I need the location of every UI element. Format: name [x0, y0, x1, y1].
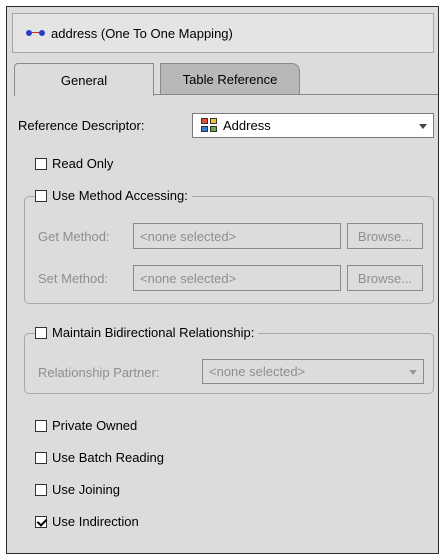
chevron-down-icon	[419, 123, 427, 129]
reference-descriptor-combo[interactable]: Address	[192, 113, 434, 138]
set-method-label: Set Method:	[38, 271, 109, 286]
read-only-label: Read Only	[52, 156, 114, 171]
tab-table-reference[interactable]: Table Reference	[160, 63, 300, 95]
browse-label: Browse...	[357, 270, 413, 286]
checkbox-box	[35, 419, 47, 432]
maintain-bidirectional-checkbox[interactable]: Maintain Bidirectional Relationship:	[35, 325, 259, 340]
checkbox-box	[35, 157, 47, 170]
checkbox-box	[35, 326, 47, 339]
use-joining-checkbox[interactable]: Use Joining	[35, 482, 120, 497]
reference-descriptor-value: Address	[223, 118, 271, 133]
batch-reading-checkbox[interactable]: Use Batch Reading	[35, 450, 164, 465]
get-method-label: Get Method:	[38, 229, 110, 244]
read-only-checkbox[interactable]: Read Only	[35, 156, 113, 171]
set-method-value: <none selected>	[140, 270, 237, 286]
descriptor-icon	[201, 117, 219, 134]
use-indirection-checkbox[interactable]: Use Indirection	[35, 514, 139, 529]
reference-descriptor-label: Reference Descriptor:	[18, 118, 145, 133]
set-method-browse-button[interactable]: Browse...	[347, 265, 423, 291]
tab-strip: General Table Reference	[14, 63, 434, 96]
checkbox-box	[35, 189, 47, 202]
relationship-partner-combo[interactable]: <none selected>	[202, 359, 424, 384]
browse-label: Browse...	[357, 228, 413, 244]
general-tab-content: Reference Descriptor: Address Read Only …	[14, 95, 434, 555]
tab-general-label: General	[60, 72, 108, 88]
mapping-editor-panel: address (One To One Mapping) General Tab…	[6, 6, 439, 554]
relationship-partner-label: Relationship Partner:	[38, 365, 160, 380]
chevron-down-icon	[409, 369, 417, 375]
set-method-field[interactable]: <none selected>	[133, 265, 341, 291]
mapping-title: address (One To One Mapping)	[51, 25, 233, 41]
tab-table-reference-label: Table Reference	[182, 72, 278, 87]
checkbox-box	[35, 483, 47, 496]
batch-reading-label: Use Batch Reading	[52, 450, 165, 465]
maintain-bidirectional-label: Maintain Bidirectional Relationship:	[52, 325, 255, 340]
use-joining-label: Use Joining	[52, 482, 120, 497]
private-owned-checkbox[interactable]: Private Owned	[35, 418, 137, 433]
mapping-header: address (One To One Mapping)	[12, 13, 434, 53]
private-owned-label: Private Owned	[52, 418, 138, 433]
use-method-accessing-checkbox[interactable]: Use Method Accessing:	[35, 188, 192, 203]
relationship-partner-value: <none selected>	[209, 364, 306, 379]
get-method-browse-button[interactable]: Browse...	[347, 223, 423, 249]
get-method-value: <none selected>	[140, 228, 237, 244]
tab-general[interactable]: General	[14, 63, 154, 96]
use-indirection-label: Use Indirection	[52, 514, 139, 529]
mapping-icon	[25, 28, 47, 38]
get-method-field[interactable]: <none selected>	[133, 223, 341, 249]
use-method-accessing-label: Use Method Accessing:	[52, 188, 188, 203]
checkbox-box	[35, 515, 47, 528]
checkbox-box	[35, 451, 47, 464]
